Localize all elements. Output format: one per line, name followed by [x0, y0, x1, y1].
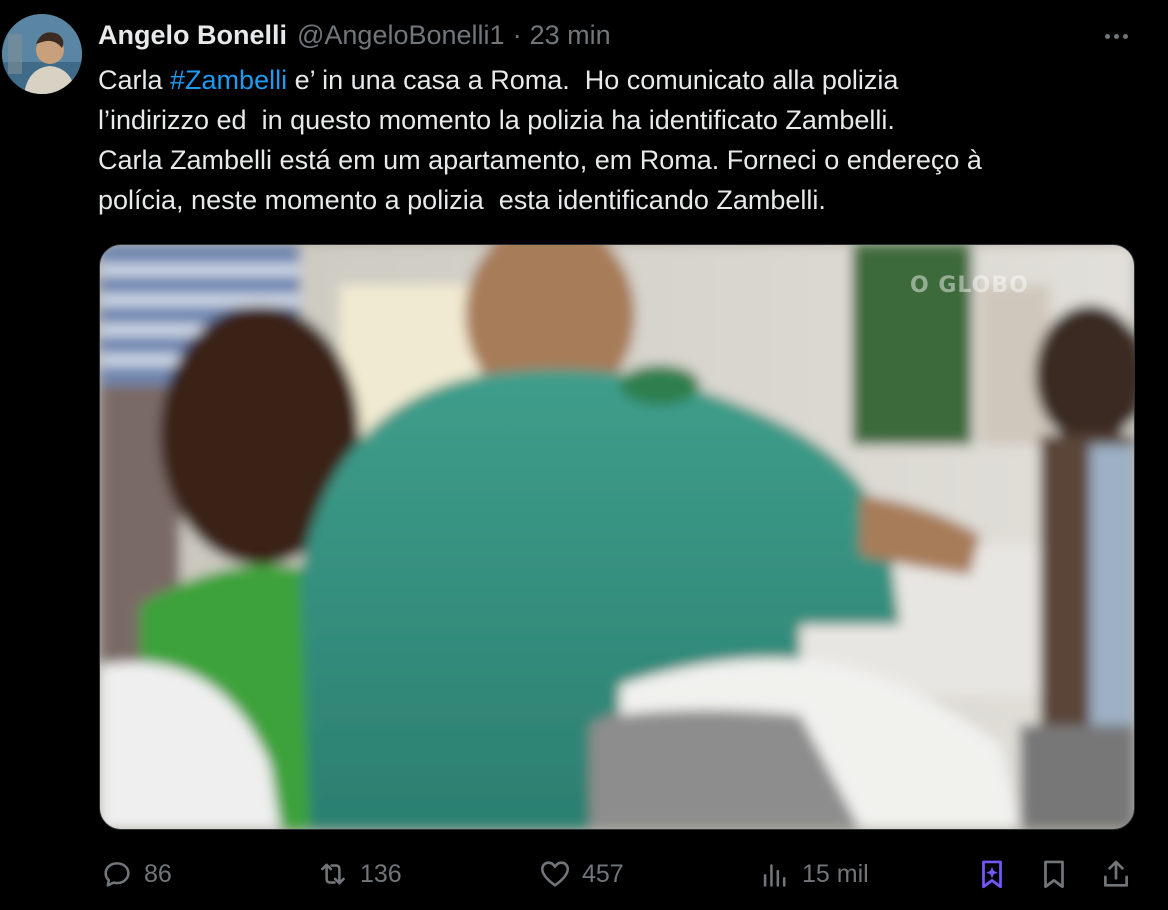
heart-icon — [540, 861, 570, 887]
reply-count: 86 — [144, 859, 172, 888]
author-handle[interactable]: @AngeloBonelli1 — [297, 20, 505, 51]
repost-button[interactable]: 136 — [316, 852, 402, 896]
hashtag-link[interactable]: #Zambelli — [170, 65, 287, 95]
bookmark-button[interactable] — [1034, 852, 1074, 896]
separator-dot: · — [512, 19, 522, 50]
like-count: 457 — [582, 859, 624, 888]
repost-count: 136 — [360, 859, 402, 888]
views-button[interactable]: 15 mil — [758, 852, 869, 896]
views-icon — [763, 864, 786, 887]
more-horizontal-icon-dot — [1113, 33, 1119, 39]
more-horizontal-icon — [1104, 33, 1110, 39]
bookmark-icon — [1044, 860, 1064, 889]
repost-icon — [321, 863, 345, 885]
reply-button[interactable]: 86 — [100, 852, 172, 896]
avatar[interactable] — [2, 14, 82, 94]
tweet-line-1: Carla #Zambelli e’ in una casa a Roma. H… — [98, 60, 1138, 100]
grok-icon — [982, 860, 1002, 889]
tweet-line-3: Carla Zambelli está em um apartamento, e… — [98, 145, 982, 175]
tweet-header: Angelo Bonelli @AngeloBonelli1 · 23 min — [98, 18, 611, 52]
more-horizontal-icon-dot — [1122, 33, 1128, 39]
video-frame — [100, 245, 1134, 829]
tweet-line-4: polícia, neste momento a polizia esta id… — [98, 185, 826, 215]
tweet-text-segment: Carla — [98, 65, 171, 95]
tweet-text-segment: e’ in una casa a Roma. Ho comunicato all… — [287, 65, 899, 95]
author-display-name[interactable]: Angelo Bonelli — [98, 20, 287, 51]
avatar-image — [2, 14, 82, 94]
tweet-media-video[interactable]: O GLOBO — [99, 244, 1135, 830]
tweet-text: Carla #Zambelli e’ in una casa a Roma. H… — [98, 60, 1138, 220]
video-watermark: O GLOBO — [910, 273, 1029, 298]
share-button[interactable] — [1096, 852, 1136, 896]
like-button[interactable]: 457 — [538, 852, 624, 896]
views-count: 15 mil — [802, 859, 869, 888]
reply-icon — [104, 862, 130, 887]
more-options-button[interactable] — [1096, 22, 1136, 50]
tweet-action-bar: 86 136 457 15 mil — [0, 852, 1168, 896]
tweet-timestamp[interactable]: 23 min — [530, 20, 611, 51]
tweet-line-2: l’indirizzo ed in questo momento la poli… — [98, 105, 895, 135]
share-icon — [1104, 860, 1128, 887]
grok-button[interactable] — [972, 852, 1012, 896]
